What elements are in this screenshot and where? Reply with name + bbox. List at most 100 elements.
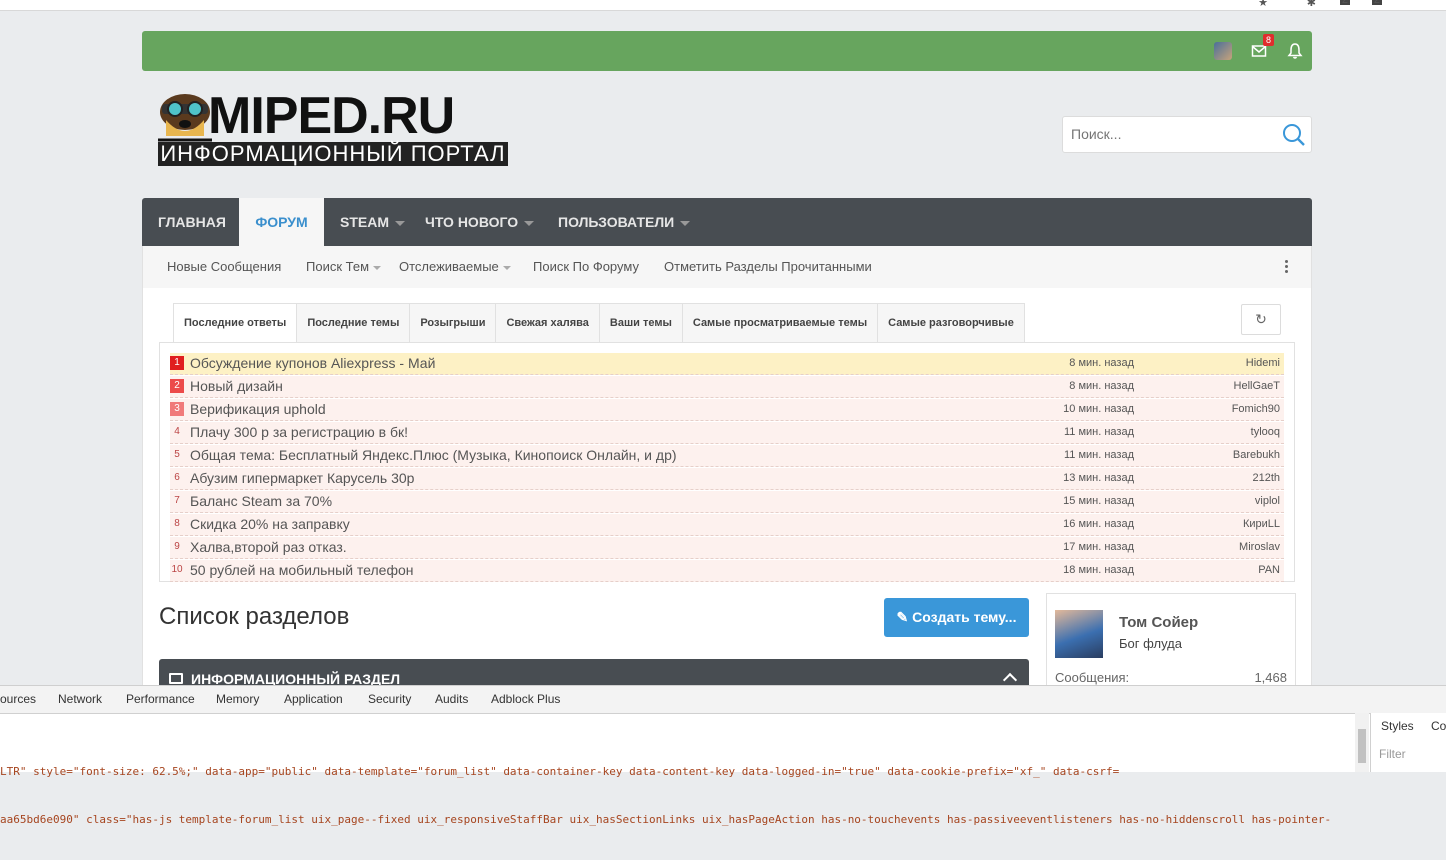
devtools-tab-sources[interactable]: ources: [0, 686, 36, 713]
create-thread-button[interactable]: ✎ Создать тему...: [884, 598, 1029, 637]
profile-widget: Том Сойер Бог флуда Сообщения: 1,468: [1046, 593, 1296, 693]
topic-time: 13 мин. назад: [1063, 472, 1134, 484]
main-navigation: ГЛАВНАЯ ФОРУМ STEAM ЧТО НОВОГО ПОЛЬЗОВАТ…: [142, 198, 1312, 246]
nav-item-forum[interactable]: ФОРУМ: [239, 198, 324, 246]
bell-icon[interactable]: [1287, 42, 1303, 60]
search-box[interactable]: [1062, 116, 1312, 153]
page-title: Список разделов: [159, 603, 350, 630]
devtools-tab-network[interactable]: Network: [58, 686, 102, 713]
nav-item-members[interactable]: ПОЛЬЗОВАТЕЛИ: [558, 198, 691, 246]
topic-tabs: Последние ответы Последние темы Розыгрыш…: [173, 303, 1025, 343]
topic-user[interactable]: tylooq: [1251, 422, 1280, 443]
chevron-down-icon: [680, 220, 691, 226]
extension-badge: 2: [1371, 0, 1382, 6]
list-item[interactable]: 8 Скидка 20% на заправку 16 мин. назад К…: [170, 514, 1284, 536]
topic-user[interactable]: КириLL: [1243, 514, 1280, 535]
list-item[interactable]: 2 Новый дизайн 8 мин. назад HellGaeT: [170, 376, 1284, 398]
rank-badge: 1: [170, 356, 184, 370]
star-icon[interactable]: ★: [1258, 0, 1268, 9]
list-item[interactable]: 4 Плачу 300 р за регистрацию в бк! 11 ми…: [170, 422, 1284, 444]
topic-user[interactable]: viplol: [1255, 491, 1280, 512]
devtools-tab-memory[interactable]: Memory: [216, 686, 259, 713]
nav-item-home[interactable]: ГЛАВНАЯ: [158, 198, 226, 246]
list-item[interactable]: 6 Абузим гипермаркет Карусель 30р 13 мин…: [170, 468, 1284, 490]
extension-icon[interactable]: ✱: [1307, 0, 1316, 9]
rank-badge: 7: [174, 495, 180, 506]
tab-latest-threads[interactable]: Последние темы: [297, 303, 411, 343]
tab-most-talkative[interactable]: Самые разговорчивые: [878, 303, 1025, 343]
scrollbar[interactable]: [1355, 713, 1369, 772]
subnav-new-posts[interactable]: Новые Сообщения: [167, 246, 281, 288]
topic-user[interactable]: 212th: [1252, 468, 1280, 489]
tab-giveaways[interactable]: Розыгрыши: [410, 303, 497, 343]
tab-most-viewed[interactable]: Самые просматриваемые темы: [682, 303, 879, 343]
list-item[interactable]: 5 Общая тема: Бесплатный Яндекс.Плюс (Му…: [170, 445, 1284, 467]
tab-computed[interactable]: Co: [1431, 719, 1446, 733]
subnav-search-threads[interactable]: Поиск Тем: [306, 246, 382, 288]
scrollbar-thumb[interactable]: [1358, 729, 1366, 763]
topic-title[interactable]: Общая тема: Бесплатный Яндекс.Плюс (Музы…: [190, 445, 677, 466]
subnav-search-forum[interactable]: Поиск По Форуму: [533, 246, 639, 288]
tab-your-threads[interactable]: Ваши темы: [599, 303, 683, 343]
list-item[interactable]: 1 Обсуждение купонов Aliexpress - Май 8 …: [170, 353, 1284, 375]
nav-item-whats-new[interactable]: ЧТО НОВОГО: [425, 198, 535, 246]
topic-user[interactable]: Hidemi: [1246, 353, 1280, 374]
refresh-icon: ↻: [1255, 311, 1267, 327]
more-options-icon[interactable]: [1285, 260, 1289, 275]
topic-title[interactable]: Обсуждение купонов Aliexpress - Май: [190, 353, 435, 374]
topic-user[interactable]: PAN: [1258, 560, 1280, 581]
search-icon[interactable]: [1282, 123, 1306, 147]
tab-styles[interactable]: Styles: [1381, 719, 1414, 733]
site-logo[interactable]: MIPED.RU ИНФОРМАЦИОННЫЙ ПОРТАЛ: [158, 86, 510, 168]
list-item[interactable]: 9 Халва,второй раз отказ. 17 мин. назад …: [170, 537, 1284, 559]
topic-time: 11 мин. назад: [1063, 449, 1134, 461]
topic-title[interactable]: Скидка 20% на заправку: [190, 514, 350, 535]
profile-rank: Бог флуда: [1119, 636, 1182, 651]
devtools-tab-application[interactable]: Application: [284, 686, 343, 713]
subnav-watched[interactable]: Отслеживаемые: [399, 246, 511, 288]
top-user-bar: 8: [142, 31, 1312, 71]
list-item[interactable]: 7 Баланс Steam за 70% 15 мин. назад vipl…: [170, 491, 1284, 513]
dom-source-view[interactable]: LTR" style="font-size: 62.5%;" data-app=…: [0, 732, 1355, 860]
devtools-tab-adblock[interactable]: Adblock Plus: [491, 686, 560, 713]
topic-time: 15 мин. назад: [1063, 495, 1134, 507]
list-item[interactable]: 10 50 рублей на мобильный телефон 18 мин…: [170, 560, 1284, 582]
rank-badge: 3: [170, 402, 184, 416]
topic-title[interactable]: Верификация uphold: [190, 399, 326, 420]
rank-badge: 8: [174, 518, 180, 529]
tab-latest-replies[interactable]: Последние ответы: [173, 303, 298, 343]
styles-pane: Styles Co Filter: [1370, 713, 1446, 772]
rank-badge: 2: [170, 379, 184, 393]
topic-user[interactable]: Miroslav: [1239, 537, 1280, 558]
devtools-tab-performance[interactable]: Performance: [126, 686, 195, 713]
search-input[interactable]: [1069, 125, 1273, 143]
topic-title[interactable]: Баланс Steam за 70%: [190, 491, 332, 512]
subnav-mark-read[interactable]: Отметить Разделы Прочитанными: [664, 246, 872, 288]
avatar[interactable]: [1055, 610, 1103, 658]
list-item[interactable]: 3 Верификация uphold 10 мин. назад Fomic…: [170, 399, 1284, 421]
topic-title[interactable]: Плачу 300 р за регистрацию в бк!: [190, 422, 408, 443]
refresh-button[interactable]: ↻: [1241, 304, 1281, 335]
rank-badge: 4: [174, 426, 180, 437]
rank-badge: 9: [174, 541, 180, 552]
topic-user[interactable]: HellGaeT: [1234, 376, 1280, 397]
rank-badge: 5: [174, 449, 180, 460]
devtools-tab-security[interactable]: Security: [368, 686, 411, 713]
topic-user[interactable]: Fomich90: [1232, 399, 1280, 420]
profile-name[interactable]: Том Сойер: [1119, 614, 1198, 631]
user-avatar[interactable]: [1214, 42, 1232, 60]
devtools-tab-audits[interactable]: Audits: [435, 686, 468, 713]
logo-subtitle: ИНФОРМАЦИОННЫЙ ПОРТАЛ: [158, 142, 508, 166]
extension-badge: 2: [1339, 0, 1350, 6]
tab-freebies[interactable]: Свежая халява: [496, 303, 600, 343]
nav-item-steam[interactable]: STEAM: [340, 198, 405, 246]
chevron-down-icon: [373, 265, 382, 270]
devtools-tabs: ources Network Performance Memory Applic…: [0, 686, 1446, 714]
styles-filter-input[interactable]: Filter: [1379, 747, 1406, 761]
topic-title[interactable]: Халва,второй раз отказ.: [190, 537, 347, 558]
topic-title[interactable]: 50 рублей на мобильный телефон: [190, 560, 414, 581]
topic-user[interactable]: Barebukh: [1233, 445, 1280, 466]
topic-title[interactable]: Абузим гипермаркет Карусель 30р: [190, 468, 414, 489]
topic-time: 8 мин. назад: [1069, 380, 1134, 392]
topic-title[interactable]: Новый дизайн: [190, 376, 283, 397]
